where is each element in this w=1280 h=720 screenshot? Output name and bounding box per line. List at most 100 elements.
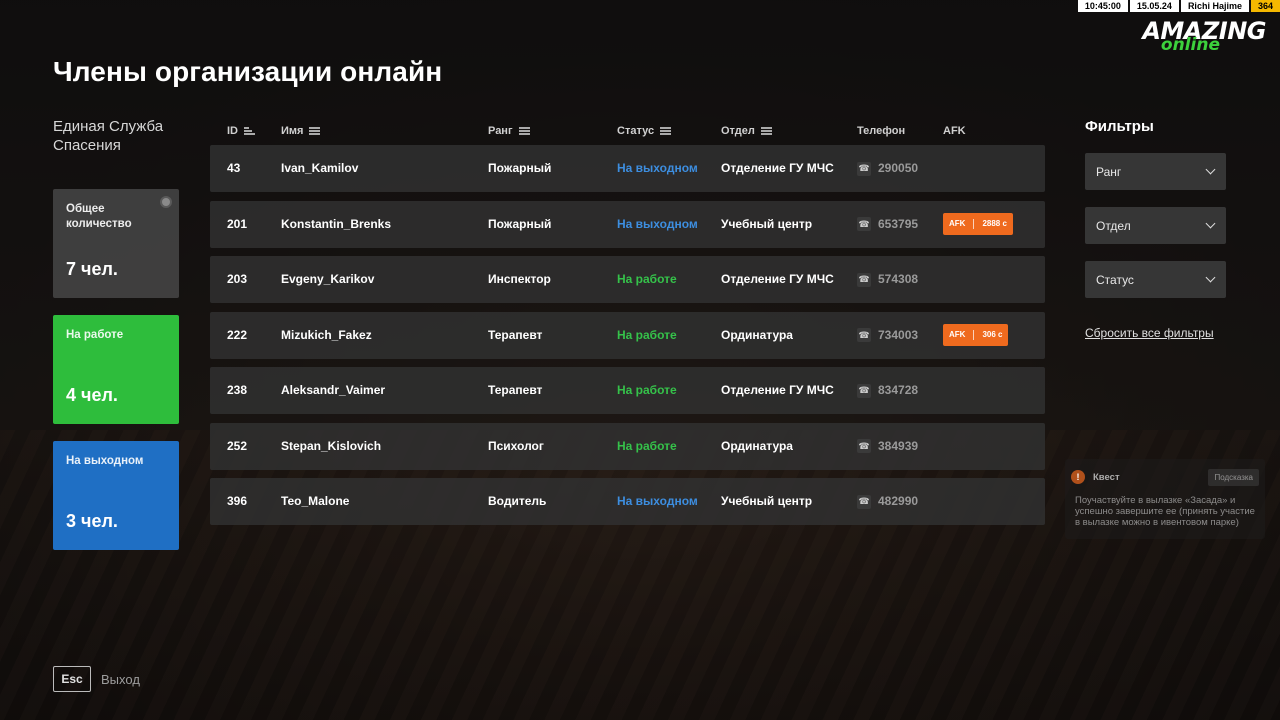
member-dept: Учебный центр — [721, 216, 813, 231]
member-status: На работе — [617, 327, 677, 342]
phone-icon[interactable]: ☎ — [857, 328, 871, 342]
member-dept: Отделение ГУ МЧС — [721, 383, 834, 397]
logo-sub: online — [1160, 35, 1220, 55]
sort-icon — [760, 127, 772, 135]
member-name: Teo_Malone — [281, 494, 350, 508]
phone-number: 482990 — [878, 494, 919, 508]
stat-working-label: На работе — [66, 329, 124, 341]
afk-time: 2888 с — [982, 219, 1007, 228]
member-id: 238 — [227, 383, 248, 397]
stat-card-off-duty[interactable]: На выходном 3 чел. — [53, 441, 179, 550]
sort-asc-icon — [244, 127, 255, 135]
filters-title: Фильтры — [1085, 118, 1154, 135]
column-afk-label: AFK — [943, 125, 966, 137]
dept-filter-select[interactable]: Отдел — [1085, 207, 1226, 244]
column-phone: Телефон — [857, 125, 905, 137]
phone-number: 834728 — [878, 383, 919, 397]
member-status: На выходном — [617, 161, 698, 175]
stat-total-label: Общее количество — [66, 203, 132, 230]
member-name: Mizukich_Fakez — [281, 327, 372, 342]
stat-working-value: 4 чел. — [66, 385, 118, 405]
member-dept: Ординатура — [721, 438, 793, 453]
column-rank[interactable]: Ранг — [488, 125, 530, 137]
table-row[interactable]: 252 Stepan_Kislovich Психолог На работе Орди… — [210, 422, 1045, 470]
page-title: Члены организации онлайн — [53, 56, 443, 87]
sort-icon — [660, 127, 672, 135]
afk-separator — [973, 218, 975, 229]
column-dept[interactable]: Отдел — [721, 125, 772, 137]
member-id: 222 — [227, 327, 248, 342]
phone-icon[interactable]: ☎ — [857, 217, 871, 231]
column-id[interactable]: ID — [227, 125, 255, 137]
member-rank: Пожарный — [488, 216, 552, 231]
phone-icon[interactable]: ☎ — [857, 494, 871, 509]
stat-off-duty-value: 3 чел. — [66, 511, 118, 531]
member-rank: Пожарный — [488, 161, 552, 175]
quest-text: Поучаствуйте в вылазке «Засада» и успешн… — [1075, 495, 1255, 528]
member-name: Konstantin_Brenks — [281, 216, 392, 231]
member-phone: ☎ 384939 — [857, 423, 918, 470]
hud-date: 15.05.24 — [1129, 0, 1179, 12]
column-phone-label: Телефон — [857, 125, 906, 137]
member-status: На работе — [617, 272, 677, 286]
chevron-down-icon — [1205, 272, 1216, 283]
member-status: На работе — [617, 383, 677, 397]
stat-total-value: 7 чел. — [66, 259, 118, 279]
organization-name: Единая Служба Спасения — [53, 118, 164, 154]
member-name: Aleksandr_Vaimer — [281, 383, 386, 397]
member-rank: Психолог — [488, 438, 544, 453]
member-phone: ☎ 834728 — [857, 367, 918, 414]
chevron-down-icon — [1205, 218, 1216, 229]
stat-card-total[interactable]: Общее количество 7 чел. — [53, 189, 179, 298]
members-table: ID Имя Ранг Статус Отдел Телефон AFK 43 I… — [210, 122, 1045, 525]
esc-key[interactable]: Esc — [53, 666, 91, 692]
member-dept: Ординатура — [721, 327, 793, 342]
table-row[interactable]: 396 Teo_Malone Водитель На выходном Учебный … — [210, 478, 1045, 525]
member-phone: ☎ 734003 — [857, 312, 918, 359]
phone-icon[interactable]: ☎ — [857, 272, 871, 287]
afk-separator — [973, 329, 975, 340]
stat-card-working[interactable]: На работе 4 чел. — [53, 315, 179, 424]
rank-filter-select[interactable]: Ранг — [1085, 153, 1226, 190]
column-afk: AFK — [943, 125, 966, 137]
afk-time: 306 с — [982, 330, 1003, 339]
quest-title: Квест — [1093, 471, 1120, 483]
phone-number: 290050 — [878, 161, 919, 175]
member-rank: Водитель — [488, 494, 547, 508]
game-background — [0, 0, 1280, 720]
quest-hint-button[interactable]: Подсказка — [1208, 468, 1259, 486]
column-status[interactable]: Статус — [617, 125, 672, 137]
logo: AMAZING online — [1114, 18, 1266, 54]
phone-number: 734003 — [878, 327, 919, 342]
afk-prefix: AFK — [949, 219, 966, 228]
afk-badge: AFK 306 с — [943, 323, 1009, 346]
phone-icon[interactable]: ☎ — [857, 161, 871, 176]
afk-badge-inner: AFK 306 с — [943, 323, 1009, 346]
status-filter-select[interactable]: Статус — [1085, 261, 1226, 298]
table-row[interactable]: 201 Konstantin_Brenks Пожарный На выходном У… — [210, 200, 1045, 248]
rank-filter-label: Ранг — [1096, 164, 1122, 179]
phone-icon[interactable]: ☎ — [857, 439, 871, 453]
hud-player-name: Richi Hajime — [1180, 0, 1249, 12]
table-row[interactable]: 203 Evgeny_Karikov Инспектор На работе Отдел… — [210, 256, 1045, 303]
column-name[interactable]: Имя — [281, 125, 321, 137]
table-row[interactable]: 222 Mizukich_Fakez Терапевт На работе Ордина… — [210, 311, 1045, 359]
member-phone: ☎ 290050 — [857, 145, 918, 192]
phone-number: 384939 — [878, 438, 919, 453]
member-id: 203 — [227, 272, 248, 286]
sort-icon — [518, 127, 530, 135]
member-phone: ☎ 574308 — [857, 256, 918, 303]
member-id: 201 — [227, 216, 248, 231]
phone-icon[interactable]: ☎ — [857, 383, 871, 398]
column-rank-label: Ранг — [488, 125, 513, 137]
afk-prefix: AFK — [949, 330, 966, 339]
table-row[interactable]: 238 Aleksandr_Vaimer Терапевт На работе Отде… — [210, 367, 1045, 414]
table-row[interactable]: 43 Ivan_Kamilov Пожарный На выходном Отделен… — [210, 145, 1045, 192]
exit-control[interactable]: Esc Выход — [53, 666, 140, 692]
reset-filters-link[interactable]: Сбросить все фильтры — [1085, 326, 1214, 340]
dept-filter-label: Отдел — [1096, 218, 1131, 233]
column-status-label: Статус — [617, 125, 655, 137]
member-name: Stepan_Kislovich — [281, 438, 382, 453]
member-dept: Отделение ГУ МЧС — [721, 161, 834, 175]
member-status: На работе — [617, 438, 677, 453]
